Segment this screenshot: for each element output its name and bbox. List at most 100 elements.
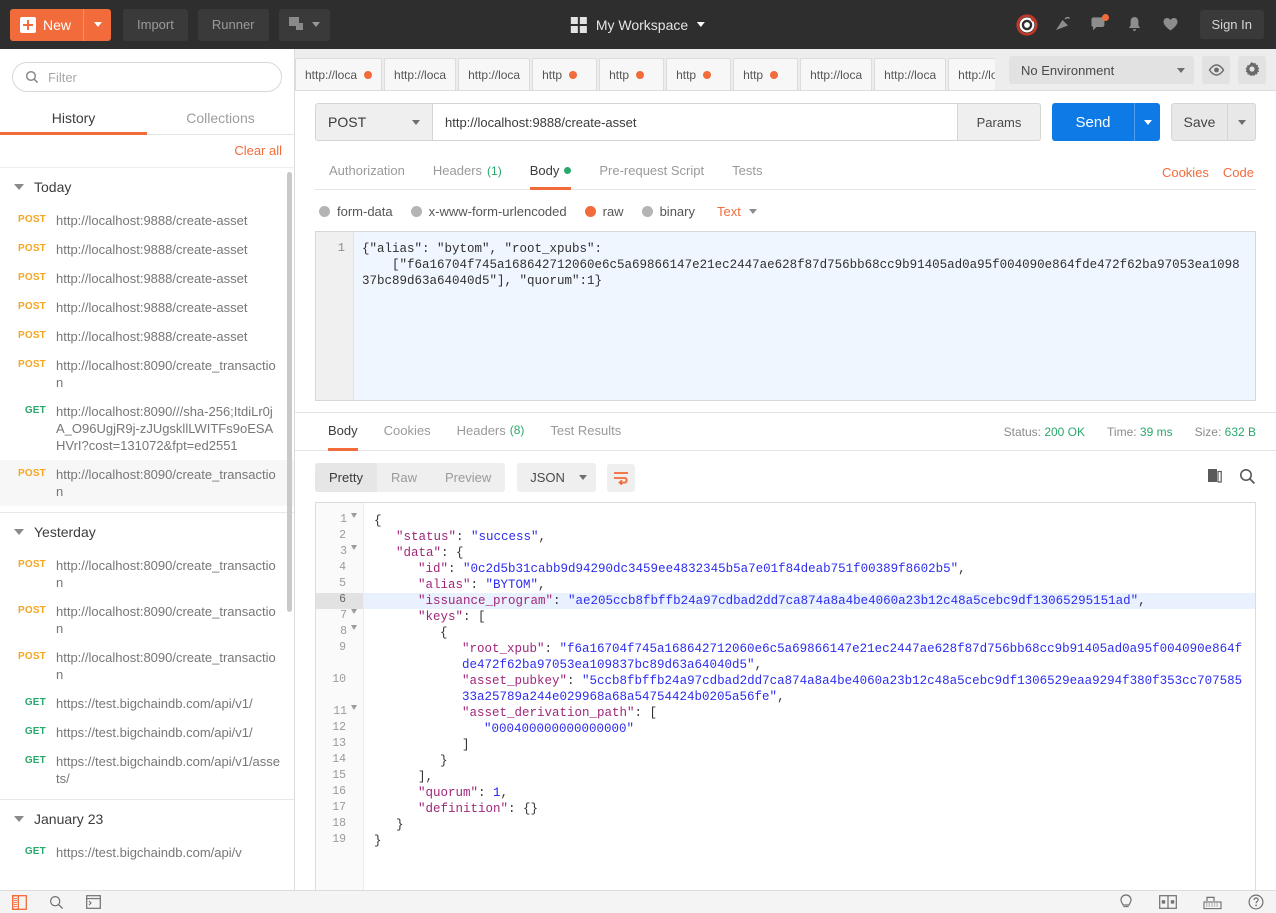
body-type-option[interactable]: form-data <box>319 204 393 219</box>
runner-button[interactable]: Runner <box>197 8 269 41</box>
response-tab[interactable]: Headers (8) <box>444 413 538 450</box>
request-subtab[interactable]: Headers (1) <box>419 155 516 189</box>
sidebar-scrollbar[interactable] <box>287 172 292 612</box>
fold-toggle-icon[interactable] <box>351 545 357 550</box>
history-item[interactable]: POST http://localhost:8090/create_transac… <box>0 460 294 506</box>
manage-environments-button[interactable] <box>1238 56 1266 84</box>
response-gutter-line[interactable]: 11 <box>316 705 363 721</box>
fold-toggle-icon[interactable] <box>351 705 357 710</box>
request-subtab[interactable]: Body <box>516 155 586 190</box>
import-button[interactable]: Import <box>123 8 188 41</box>
search-response-button[interactable] <box>1239 468 1256 488</box>
body-type-option[interactable]: x-www-form-urlencoded <box>410 204 567 219</box>
sidebar-tab-collections[interactable]: Collections <box>147 102 294 134</box>
response-tab[interactable]: Test Results <box>537 413 634 450</box>
satellite-button[interactable] <box>1052 14 1074 36</box>
notifications-button[interactable] <box>1124 14 1146 36</box>
find-button[interactable] <box>49 895 64 910</box>
history-item[interactable]: POST http://localhost:9888/create-asset <box>0 235 294 264</box>
fold-toggle-icon[interactable] <box>351 513 357 518</box>
history-list[interactable]: Today POST http://localhost:9888/create-as… <box>0 168 294 890</box>
console-button[interactable] <box>86 895 101 909</box>
history-item[interactable]: GET https://test.bigchaindb.com/api/v1/ <box>0 689 294 718</box>
fold-toggle-icon[interactable] <box>351 625 357 630</box>
environment-quick-look-button[interactable] <box>1202 56 1230 84</box>
response-view-mode[interactable]: Pretty <box>315 463 377 492</box>
cookies-link[interactable]: Cookies <box>1162 165 1209 180</box>
request-tab[interactable]: http <box>532 58 598 90</box>
request-tab[interactable]: http://loca <box>295 58 383 90</box>
new-button-main[interactable]: New <box>10 9 83 41</box>
new-button-dropdown[interactable] <box>83 8 111 41</box>
body-format-select[interactable]: Text <box>717 204 757 219</box>
send-button[interactable]: Send <box>1052 103 1134 141</box>
sync-status-button[interactable] <box>1015 13 1038 36</box>
save-button[interactable]: Save <box>1171 103 1228 141</box>
sign-in-button[interactable]: Sign In <box>1199 10 1264 39</box>
response-view-mode[interactable]: Raw <box>377 463 431 492</box>
save-dropdown-button[interactable] <box>1228 103 1256 141</box>
request-tab[interactable]: http://loca <box>384 58 457 90</box>
request-tab[interactable]: http <box>733 58 799 90</box>
history-item[interactable]: GET https://test.bigchaindb.com/api/v1/ <box>0 718 294 747</box>
response-format-select[interactable]: JSON <box>517 463 596 492</box>
help-button[interactable] <box>1248 894 1264 910</box>
code-link[interactable]: Code <box>1223 165 1254 180</box>
response-code[interactable]: {"status": "success", "data": {"id": "0c2… <box>364 503 1255 890</box>
response-gutter-line[interactable]: 1 <box>316 513 363 529</box>
workspace-selector[interactable]: My Workspace <box>570 16 706 33</box>
params-button[interactable]: Params <box>958 103 1041 141</box>
new-button[interactable]: New <box>10 8 112 41</box>
copy-to-clipboard-button[interactable] <box>1207 468 1223 488</box>
history-group-header[interactable]: Today <box>0 168 294 206</box>
history-item[interactable]: POST http://localhost:8090/create_transac… <box>0 551 294 597</box>
request-subtab[interactable]: Authorization <box>315 155 419 189</box>
request-tab[interactable]: http <box>666 58 732 90</box>
method-select[interactable]: POST <box>315 103 433 141</box>
fold-toggle-icon[interactable] <box>351 609 357 614</box>
history-item[interactable]: POST http://localhost:9888/create-asset <box>0 206 294 235</box>
comments-button[interactable] <box>1088 13 1110 36</box>
request-tab[interactable]: http://loca <box>458 58 531 90</box>
history-item[interactable]: POST http://localhost:8090/create_transac… <box>0 643 294 689</box>
bulb-button[interactable] <box>1119 894 1133 910</box>
environment-select[interactable]: No Environment <box>1009 56 1194 84</box>
response-gutter-line[interactable]: 7 <box>316 609 363 625</box>
history-item[interactable]: POST http://localhost:8090/create_transac… <box>0 597 294 643</box>
favorites-button[interactable] <box>1160 14 1182 36</box>
keyboard-shortcuts-button[interactable] <box>1203 895 1222 910</box>
history-group-header[interactable]: January 23 <box>0 800 294 838</box>
request-tab[interactable]: http://loca <box>800 58 873 90</box>
response-body-viewer[interactable]: 1 2 3 4 5 6 7 8 9 10 11 12 13 14 15 16 17 18 19 {"status":… <box>315 502 1256 890</box>
history-item[interactable]: GET https://test.bigchaindb.com/api/v <box>0 838 294 867</box>
history-item[interactable]: POST http://localhost:8090/create_transac… <box>0 351 294 397</box>
history-group-header[interactable]: Yesterday <box>0 513 294 551</box>
request-body-code[interactable]: {"alias": "bytom", "root_xpubs": ["f6a16… <box>354 232 1255 400</box>
new-window-button[interactable] <box>278 8 330 41</box>
send-dropdown-button[interactable] <box>1134 103 1160 141</box>
request-tab[interactable]: http://loca <box>874 58 947 90</box>
two-pane-layout-button[interactable] <box>1159 895 1177 909</box>
history-item[interactable]: POST http://localhost:9888/create-asset <box>0 264 294 293</box>
response-view-mode[interactable]: Preview <box>431 463 505 492</box>
clear-all-button[interactable]: Clear all <box>234 143 282 158</box>
history-item[interactable]: POST http://localhost:9888/create-asset <box>0 322 294 351</box>
history-item[interactable]: POST http://localhost:9888/create-asset <box>0 293 294 322</box>
history-item[interactable]: GET https://test.bigchaindb.com/api/v1/as… <box>0 747 294 793</box>
request-tab[interactable]: http <box>599 58 665 90</box>
search-input[interactable]: Filter <box>12 62 282 92</box>
response-gutter-line[interactable]: 8 <box>316 625 363 641</box>
request-subtab[interactable]: Tests <box>718 155 776 189</box>
sidebar-tab-history[interactable]: History <box>0 102 147 135</box>
history-item[interactable]: GET http://localhost:8090///sha-256;ItdiL… <box>0 397 294 460</box>
response-tab[interactable]: Cookies <box>371 413 444 450</box>
request-body-editor[interactable]: 1 {"alias": "bytom", "root_xpubs": ["f6a… <box>315 231 1256 401</box>
word-wrap-button[interactable] <box>606 463 635 492</box>
response-tab[interactable]: Body <box>315 413 371 451</box>
url-input[interactable]: http://localhost:9888/create-asset <box>433 103 958 141</box>
sidebar-toggle-button[interactable] <box>12 894 27 910</box>
response-gutter-line[interactable]: 3 <box>316 545 363 561</box>
request-subtab[interactable]: Pre-request Script <box>585 155 718 189</box>
body-type-option[interactable]: raw <box>584 204 624 219</box>
body-type-option[interactable]: binary <box>641 204 695 219</box>
